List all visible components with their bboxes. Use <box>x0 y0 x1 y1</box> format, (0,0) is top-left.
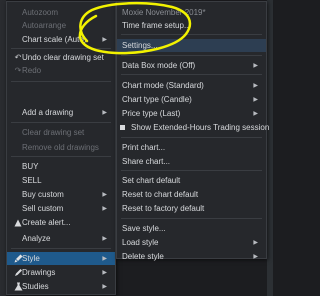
menu-item-label: Chart mode (Standard) <box>122 81 204 90</box>
menu-item-label: Load style <box>122 238 159 247</box>
menu-item-label: Sell custom <box>22 204 64 213</box>
style-name-header: Moxie November 2019* <box>122 8 206 17</box>
submenu-arrow-icon: ▶ <box>102 236 107 242</box>
background-right-strip <box>267 0 273 296</box>
submenu-arrow-icon: ▶ <box>253 254 258 260</box>
menu-item-settings[interactable]: Settings... <box>117 39 266 52</box>
menu-item-label: Save style... <box>122 224 166 233</box>
menu-item-add-drawing[interactable]: Add a drawing ▶ <box>7 106 115 119</box>
menu-separator <box>121 55 262 56</box>
menu-item-label: Settings... <box>122 41 158 50</box>
menu-item-autoarrange[interactable]: Autoarrange <box>7 19 115 32</box>
menu-item-chart-mode[interactable]: Chart mode (Standard) ▶ <box>117 79 266 92</box>
menu-item-label: Clear drawing set <box>22 128 85 137</box>
menu-item-label: Drawings <box>22 268 56 277</box>
menu-item-chart-type[interactable]: Chart type (Candle) ▶ <box>117 93 266 106</box>
menu-item-chart-scale[interactable]: Chart scale (Auto) ▶ <box>7 33 115 46</box>
submenu-arrow-icon: ▶ <box>253 63 258 69</box>
submenu-arrow-icon: ▶ <box>253 240 258 246</box>
menu-item-label: Analyze <box>22 234 51 243</box>
menu-item-print-chart[interactable]: Print chart... <box>117 141 266 154</box>
menu-separator <box>121 34 262 35</box>
menu-item-analyze[interactable]: Analyze ▶ <box>7 232 115 245</box>
menu-item-label: SELL <box>22 176 42 185</box>
menu-item-label: Chart type (Candle) <box>122 95 192 104</box>
menu-item-label: Studies <box>22 282 49 291</box>
submenu-arrow-icon: ▶ <box>253 97 258 103</box>
menu-item-buy-custom[interactable]: Buy custom ▶ <box>7 188 115 201</box>
menu-item-sell[interactable]: SELL <box>7 174 115 187</box>
menu-item-set-chart-default[interactable]: Set chart default <box>117 174 266 187</box>
checkbox-square-icon <box>118 123 126 133</box>
submenu-arrow-icon: ▶ <box>102 206 107 212</box>
menu-separator <box>121 218 262 219</box>
menu-item-label: Time frame setup... <box>122 21 191 30</box>
menu-item-label: Create alert... <box>22 218 71 227</box>
menu-item-label: Autozoom <box>22 8 59 17</box>
menu-item-label: Show Extended-Hours Trading session <box>131 123 270 132</box>
submenu-arrow-icon: ▶ <box>102 192 107 198</box>
menu-item-label: BUY <box>22 162 39 171</box>
menu-separator <box>121 170 262 171</box>
submenu-arrow-icon: ▶ <box>253 111 258 117</box>
menu-item-label: Delete style <box>122 252 164 261</box>
menu-item-label: Undo clear drawing set <box>22 53 104 62</box>
menu-item-remove-old-drawings[interactable]: Remove old drawings <box>7 141 115 154</box>
submenu-arrow-icon: ▶ <box>102 284 107 290</box>
menu-item-label: Remove old drawings <box>22 143 99 152</box>
menu-item-drawings[interactable]: Drawings ▶ <box>7 266 115 279</box>
menu-item-load-style[interactable]: Load style ▶ <box>117 236 266 249</box>
chart-context-menu: Autozoom Autoarrange Chart scale (Auto) … <box>6 1 116 295</box>
menu-item-time-frame-setup[interactable]: Time frame setup... <box>117 19 266 32</box>
menu-item-label: Print chart... <box>122 143 166 152</box>
menu-item-label: Buy custom <box>22 190 64 199</box>
menu-separator <box>11 248 111 249</box>
menu-item-buy[interactable]: BUY <box>7 160 115 173</box>
menu-item-label: Style <box>22 254 40 263</box>
menu-item-sell-custom[interactable]: Sell custom ▶ <box>7 202 115 215</box>
submenu-header: Moxie November 2019* <box>117 6 266 19</box>
menu-separator <box>11 122 111 123</box>
menu-item-show-extended-hours[interactable]: Show Extended-Hours Trading session <box>117 121 270 134</box>
menu-separator <box>121 74 262 75</box>
menu-item-redo[interactable]: ↷ Redo <box>7 64 115 77</box>
menu-item-label: Share chart... <box>122 157 171 166</box>
menu-item-style[interactable]: Style ▶ <box>7 252 115 265</box>
menu-item-label: Set chart default <box>122 176 181 185</box>
menu-item-label: Reset to chart default <box>122 190 199 199</box>
menu-item-reset-to-factory-default[interactable]: Reset to factory default <box>117 202 266 215</box>
submenu-arrow-icon: ▶ <box>102 270 107 276</box>
menu-item-save-style[interactable]: Save style... <box>117 222 266 235</box>
menu-item-reset-to-chart-default[interactable]: Reset to chart default <box>117 188 266 201</box>
menu-separator <box>121 137 262 138</box>
menu-separator <box>11 48 111 49</box>
menu-separator <box>11 156 111 157</box>
submenu-arrow-icon: ▶ <box>102 37 107 43</box>
submenu-arrow-icon: ▶ <box>253 83 258 89</box>
menu-item-delete-style[interactable]: Delete style ▶ <box>117 250 266 263</box>
submenu-arrow-icon: ▶ <box>102 256 107 262</box>
menu-item-label: Chart scale (Auto) <box>22 35 87 44</box>
submenu-arrow-icon: ▶ <box>102 110 107 116</box>
menu-item-price-type[interactable]: Price type (Last) ▶ <box>117 107 266 120</box>
menu-item-label: Redo <box>22 66 42 75</box>
menu-item-label: Autoarrange <box>22 21 67 30</box>
menu-item-undo[interactable]: ↶ Undo clear drawing set <box>7 51 115 64</box>
menu-item-label: Price type (Last) <box>122 109 181 118</box>
menu-item-label: Data Box mode (Off) <box>122 61 196 70</box>
menu-item-autozoom[interactable]: Autozoom <box>7 6 115 19</box>
style-submenu: Moxie November 2019* Time frame setup...… <box>116 1 270 261</box>
menu-item-clear-drawing-set[interactable]: Clear drawing set <box>7 126 115 139</box>
menu-item-studies[interactable]: Studies ▶ <box>7 280 115 293</box>
menu-item-label: Add a drawing <box>22 108 74 117</box>
menu-separator <box>11 81 111 82</box>
menu-item-create-alert[interactable]: Create alert... <box>7 216 115 229</box>
menu-item-share-chart[interactable]: Share chart... <box>117 155 266 168</box>
menu-item-data-box-mode[interactable]: Data Box mode (Off) ▶ <box>117 59 266 72</box>
menu-item-label: Reset to factory default <box>122 204 205 213</box>
